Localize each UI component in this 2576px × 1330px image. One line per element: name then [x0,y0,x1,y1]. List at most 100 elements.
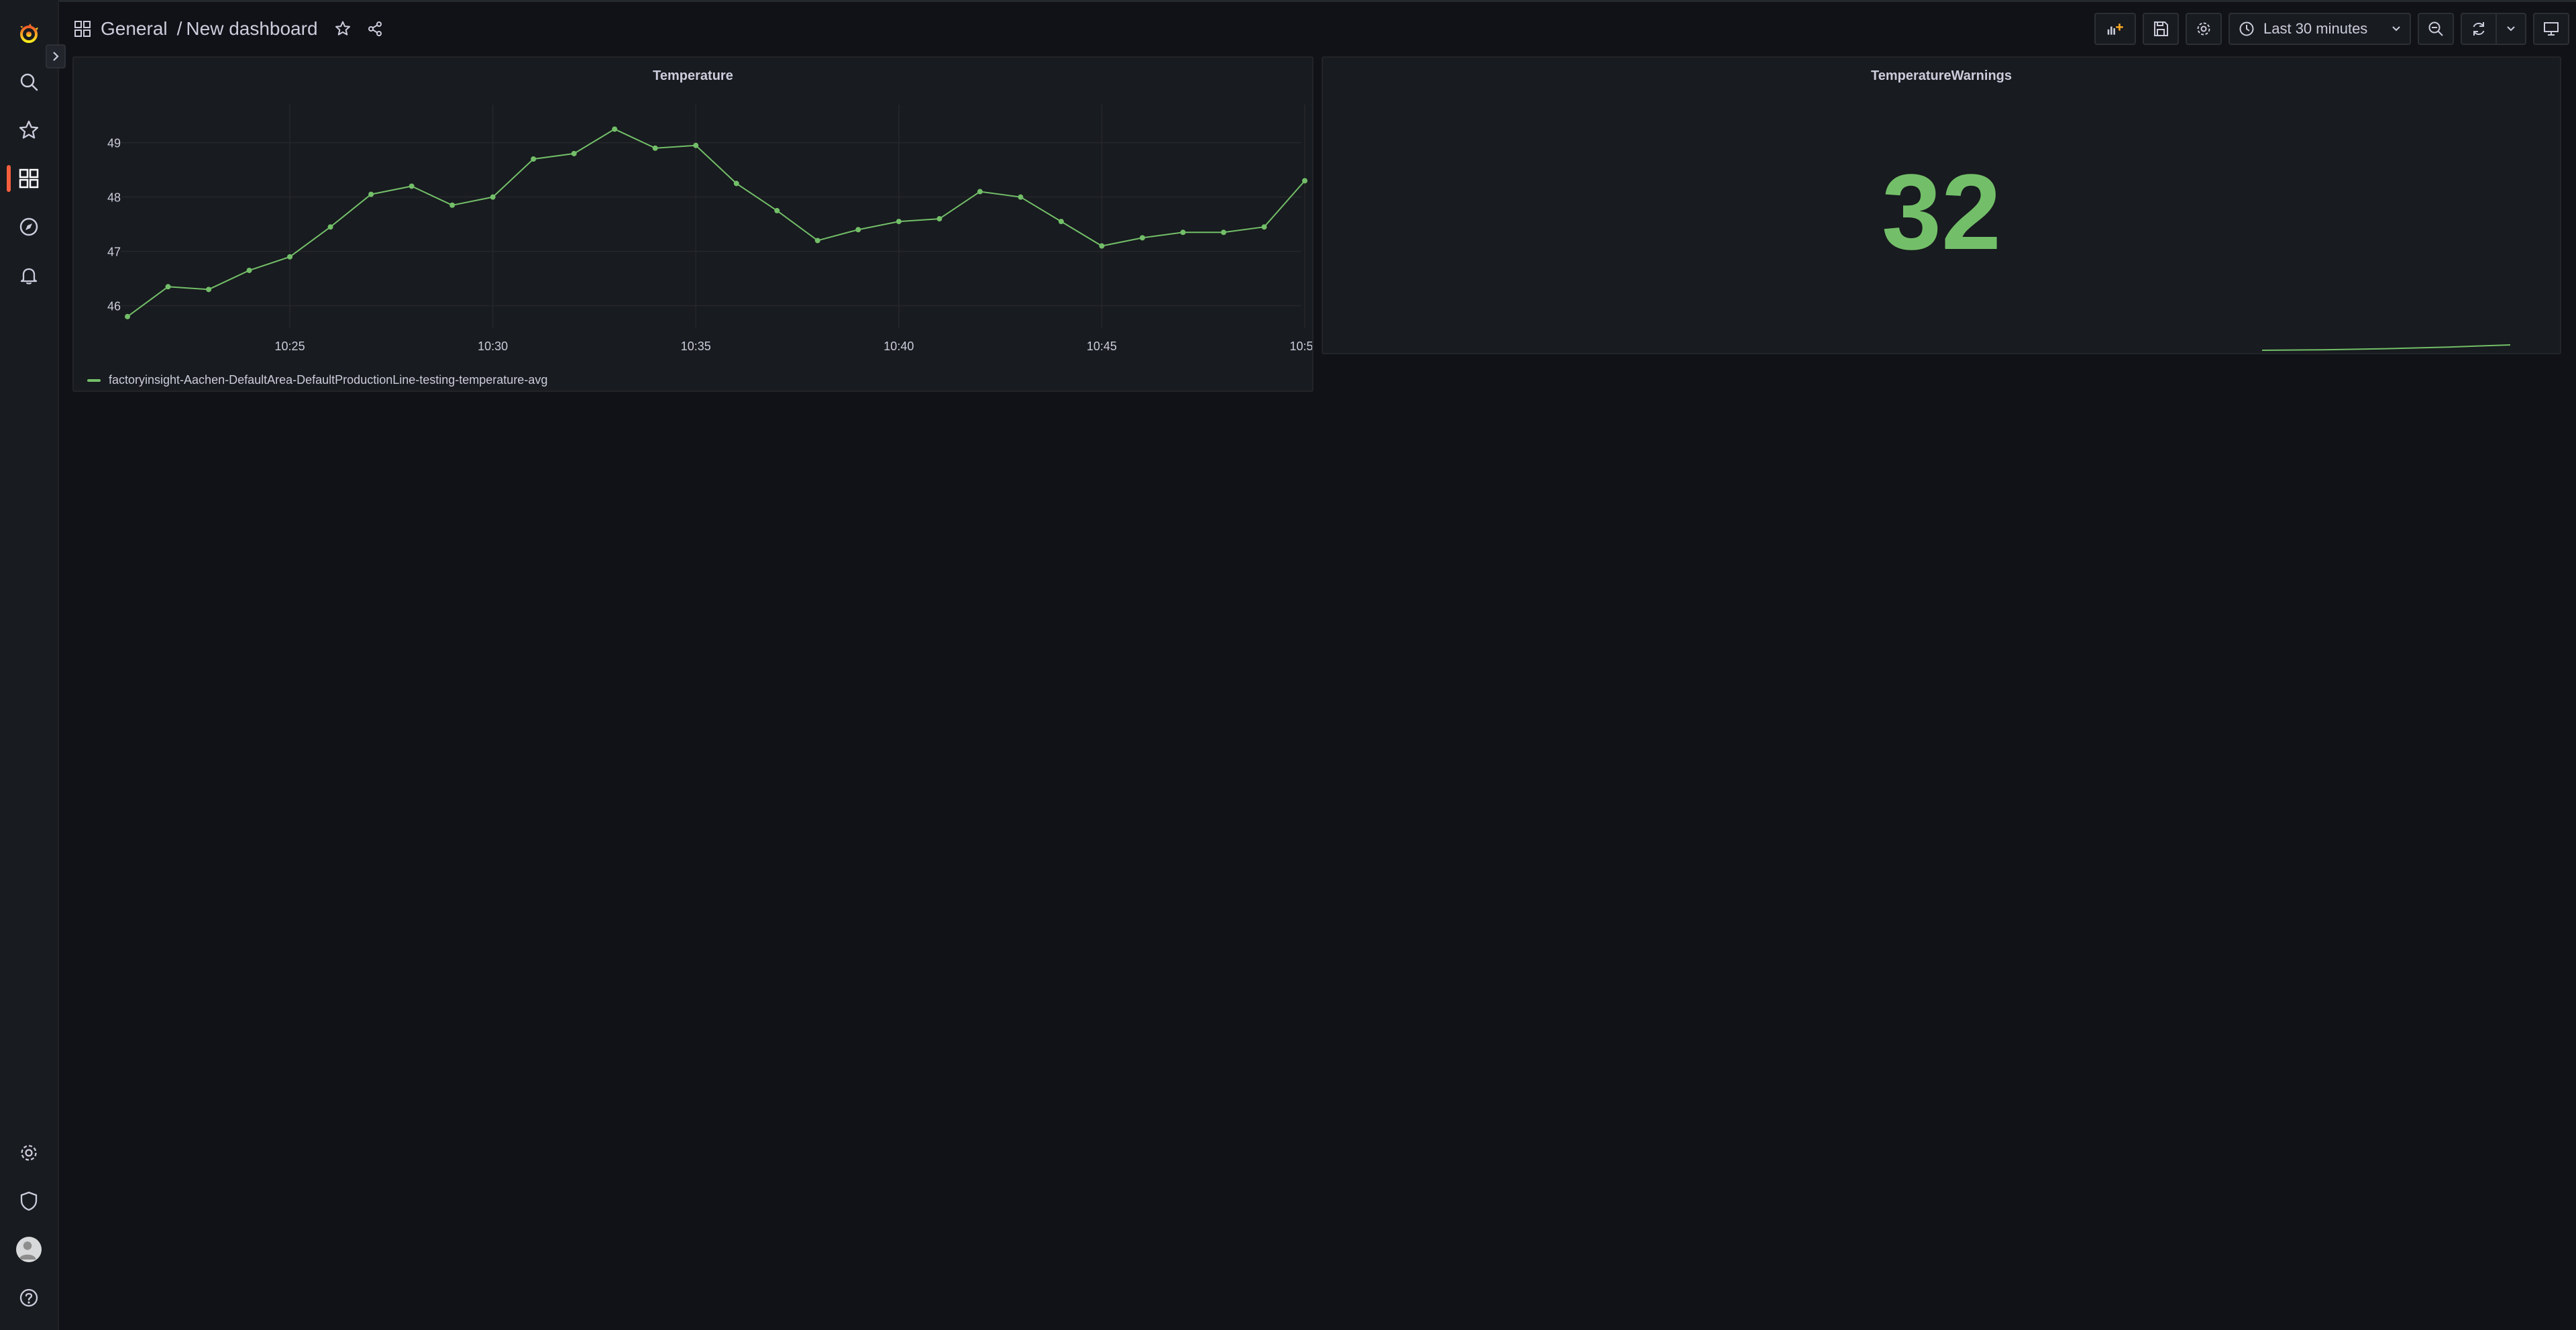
series-line [127,128,1305,317]
data-point [206,287,212,293]
compass-icon [19,217,38,236]
gear-icon [21,1145,37,1161]
data-point [693,142,699,148]
stat-value: 32 [1882,152,2001,272]
zoom-out-icon [2428,21,2443,36]
share-dashboard-button[interactable] [366,20,384,38]
data-point [774,207,780,213]
data-point [733,181,739,187]
star-icon [335,21,350,36]
gear-icon [2197,22,2210,36]
data-point [1018,194,1024,200]
y-tick-label: 48 [107,191,121,205]
data-point [571,150,577,156]
dashboards-grid-icon [74,21,91,37]
data-point [409,183,415,189]
x-tick-label: 10:30 [478,340,508,353]
data-point [490,194,496,200]
profile-button[interactable] [0,1225,58,1274]
data-point [246,267,252,273]
star-dashboard-button[interactable] [334,20,352,38]
zoom-out-button[interactable] [2418,13,2454,45]
data-point [1302,178,1307,184]
x-tick-label: 10:25 [275,340,305,353]
y-tick-label: 49 [107,137,121,150]
sidebar [0,0,59,1330]
data-point [327,224,333,230]
dashboard-toolbar: Last 30 minutes [2094,13,2569,45]
x-tick-label: 10:35 [681,340,711,353]
server-admin-button[interactable] [0,1177,58,1225]
data-point [1058,219,1064,225]
stat-sparkline [2262,344,2511,351]
x-tick-label: 10:50 [1289,340,1312,353]
x-tick-label: 10:45 [1087,340,1117,353]
data-point [652,145,658,151]
avatar [16,1237,42,1262]
data-point [855,227,861,233]
star-icon [19,120,39,139]
dashboard-title[interactable]: New dashboard [186,18,317,40]
data-point [1261,224,1267,230]
data-point [368,191,374,197]
y-tick-label: 47 [107,246,121,259]
shield-icon [20,1191,38,1211]
data-point [814,238,820,244]
data-point [896,219,902,225]
add-panel-icon [2107,23,2123,35]
dashboards-button[interactable] [0,154,58,203]
add-panel-button[interactable] [2094,13,2136,45]
time-range-label: Last 30 minutes [2263,20,2368,37]
help-button[interactable] [0,1274,58,1322]
view-mode-button[interactable] [2533,13,2569,45]
data-point [449,202,455,208]
refresh-interval-dropdown[interactable] [2497,13,2526,45]
data-point [936,216,943,222]
data-point [612,126,618,132]
data-point [287,254,293,260]
data-point [165,284,171,290]
y-tick-label: 46 [107,300,121,313]
monitor-icon [2544,22,2559,36]
panel-title[interactable]: TemperatureWarnings [1323,68,2560,84]
legend-swatch [87,378,101,382]
refresh-button-group [2461,13,2526,45]
sparkline-line [2262,344,2511,351]
configuration-button[interactable] [0,1129,58,1177]
share-icon [368,21,382,36]
dashboard-settings-button[interactable] [2186,13,2222,45]
x-tick-label: 10:40 [883,340,914,353]
temperature-warnings-panel[interactable]: TemperatureWarnings 32 [1322,56,2561,354]
data-point [1180,229,1186,236]
dashboards-grid-icon [19,168,39,189]
bell-icon [20,268,38,285]
chart-legend[interactable]: factoryinsight-Aachen-DefaultArea-Defaul… [87,373,547,387]
data-point [125,313,130,319]
chevron-down-icon [2392,26,2400,32]
data-point [1220,229,1226,236]
help-icon [19,1288,38,1307]
grafana-logo-icon [20,23,38,43]
alerting-button[interactable] [0,251,58,299]
data-point [531,156,537,162]
clock-icon [2239,21,2254,36]
search-icon [20,73,38,91]
time-range-picker[interactable]: Last 30 minutes [2229,13,2411,45]
save-icon [2154,21,2168,36]
chevron-down-icon [2507,26,2515,32]
temperature-panel[interactable]: Temperature 46 47 48 49 10:25 10:30 10:35 10:40… [72,56,1313,392]
refresh-button[interactable] [2461,13,2497,45]
save-dashboard-button[interactable] [2143,13,2179,45]
data-point [977,189,983,195]
explore-button[interactable] [0,203,58,251]
data-point [1099,243,1105,249]
breadcrumb: General / New dashboard [74,15,384,43]
starred-button[interactable] [0,106,58,154]
folder-link[interactable]: General [101,18,168,40]
dashboard-header: General / New dashboard Last 30 minutes [58,0,2576,58]
legend-series-label[interactable]: factoryinsight-Aachen-DefaultArea-Defaul… [109,373,547,387]
temperature-line-chart[interactable]: 46 47 48 49 10:25 10:30 10:35 10:40 10:45 10:50 [74,58,1312,391]
user-icon [19,1241,36,1260]
breadcrumb-separator: / [176,18,182,39]
refresh-icon [2473,22,2485,36]
